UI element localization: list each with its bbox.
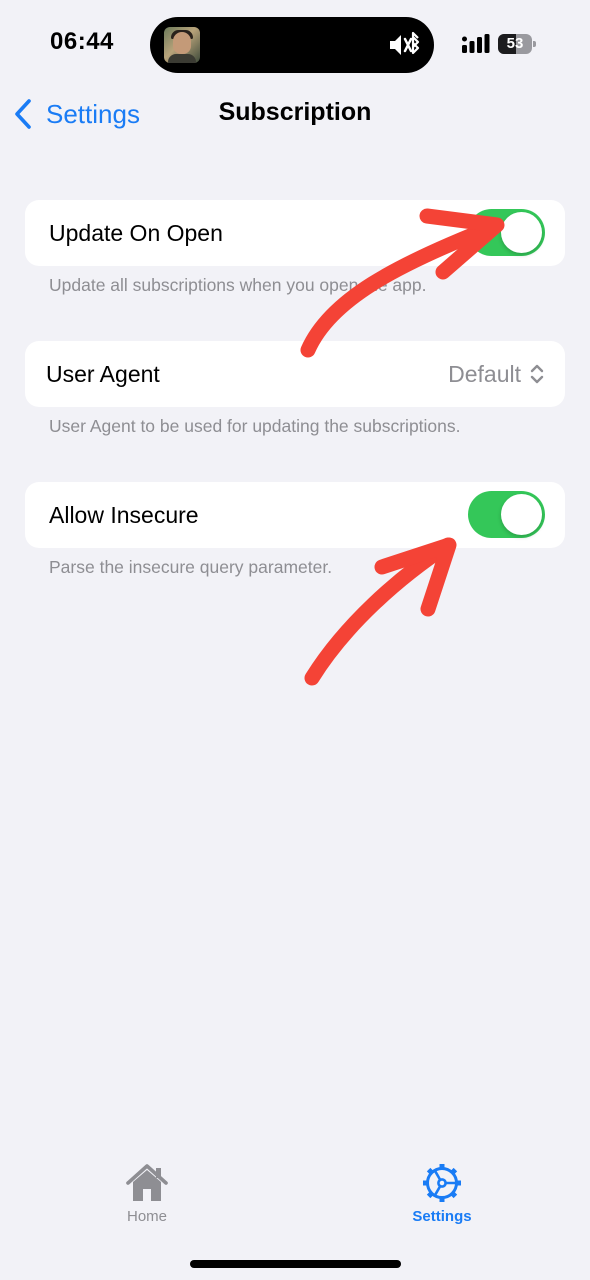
page-title: Subscription: [218, 98, 372, 126]
toggle-knob: [501, 212, 542, 253]
speaker-bluetooth-icon: [390, 31, 420, 55]
battery-level: 53: [506, 35, 524, 52]
user-agent-value[interactable]: Default: [448, 361, 521, 388]
update-on-open-label: Update On Open: [49, 220, 223, 246]
arrow-to-insecure-toggle: [304, 537, 457, 686]
user-agent-row[interactable]: User Agent Default: [25, 341, 565, 407]
tab-home-label[interactable]: Home: [87, 1208, 207, 1225]
status-time: 06:44: [50, 28, 114, 55]
tab-settings-label[interactable]: Settings: [382, 1208, 502, 1225]
battery-indicator: 53: [498, 34, 536, 54]
tab-settings[interactable]: Settings: [382, 1162, 502, 1225]
allow-insecure-row: Allow Insecure: [25, 482, 565, 548]
update-on-open-row: Update On Open: [25, 200, 565, 266]
allow-insecure-toggle[interactable]: [468, 491, 545, 538]
chevron-up-down-icon: [530, 364, 544, 384]
allow-insecure-footer: Parse the insecure query parameter.: [49, 557, 333, 577]
tab-home[interactable]: Home: [87, 1162, 207, 1225]
user-agent-label: User Agent: [46, 361, 160, 387]
house-icon: [126, 1164, 168, 1201]
gear-icon: [423, 1164, 461, 1202]
annotation-arrows: [300, 208, 505, 686]
battery-icon: 53: [498, 34, 532, 54]
update-on-open-footer: Update all subscriptions when you open t…: [49, 275, 427, 295]
update-on-open-toggle[interactable]: [468, 209, 545, 256]
user-agent-picker[interactable]: Default: [448, 341, 545, 407]
user-agent-footer: User Agent to be used for updating the s…: [49, 416, 461, 436]
allow-insecure-label: Allow Insecure: [49, 502, 199, 528]
home-indicator[interactable]: [190, 1260, 401, 1268]
toggle-knob: [501, 494, 542, 535]
now-playing-avatar[interactable]: [164, 27, 200, 63]
dynamic-island[interactable]: [150, 17, 434, 73]
cellular-signal-icon: [462, 34, 490, 53]
